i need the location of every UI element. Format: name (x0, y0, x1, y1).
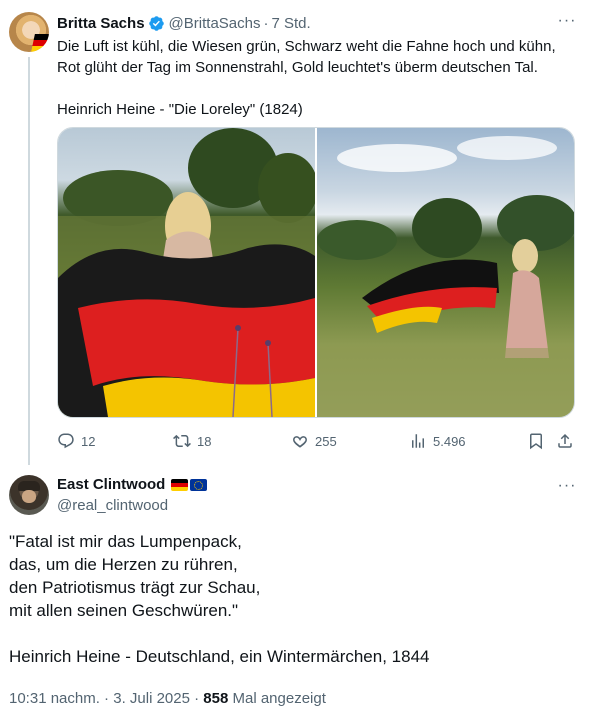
eu-flag-icon (190, 478, 208, 491)
share-button[interactable] (556, 430, 574, 452)
reply-text-line: das, um die Herzen zu rühren, (9, 555, 238, 574)
bookmark-button[interactable] (527, 430, 545, 452)
avatar[interactable] (9, 12, 49, 52)
view-suffix: Mal angezeigt (232, 690, 326, 707)
verified-badge-icon (148, 15, 164, 31)
views-count: 5.496 (433, 433, 466, 449)
photo-2-illustration (317, 136, 574, 417)
photo-woman-flag-back[interactable] (58, 128, 315, 417)
reply-text-line: mit allen seinen Geschwüren." (9, 601, 239, 620)
tweet-media[interactable] (57, 127, 575, 418)
reply-text-line: "Fatal ist mir das Lumpenpack, (9, 532, 242, 551)
tweet-meta: 10:31 nachm. · 3. Juli 2025 · 858 Mal an… (9, 690, 326, 707)
reply-text-line (9, 622, 594, 645)
avatar-face-detail (22, 490, 36, 503)
reply-count: 12 (81, 433, 96, 449)
germany-flag-icon (171, 478, 189, 491)
photo-woman-flag-meadow[interactable] (317, 128, 574, 417)
original-tweet: Britta Sachs @BrittaSachs · 7 Std. ··· D… (0, 0, 603, 465)
like-button[interactable]: 255 (291, 430, 337, 452)
reply-button[interactable]: 12 (57, 430, 95, 452)
bookmark-icon (530, 433, 542, 450)
tweet-text: Die Luft ist kühl, die Wiesen grün, Schw… (57, 36, 592, 120)
like-icon (293, 436, 307, 448)
tweet-time[interactable]: 7 Std. (271, 15, 310, 32)
tweet-text-line: Die Luft ist kühl, die Wiesen grün, Schw… (57, 38, 556, 55)
reply-icon (58, 433, 74, 449)
reply-text-line: Heinrich Heine - Deutschland, ein Winter… (9, 647, 430, 666)
tweet-text-line (57, 78, 592, 99)
share-icon (558, 433, 572, 448)
tweet-text-line: Heinrich Heine - "Die Loreley" (1824) (57, 101, 303, 118)
reply-header: East Clintwood (57, 476, 208, 493)
tweet-header: Britta Sachs @BrittaSachs · 7 Std. (57, 13, 311, 33)
avatar[interactable] (9, 475, 49, 515)
more-icon[interactable]: ··· (557, 476, 577, 496)
reply-text-line: den Patriotismus trägt zur Schau, (9, 578, 261, 597)
author-name[interactable]: Britta Sachs (57, 15, 145, 32)
retweet-icon (173, 434, 191, 448)
view-count: 858 (203, 690, 229, 707)
more-icon[interactable]: ··· (557, 11, 577, 31)
author-name[interactable]: East Clintwood (57, 476, 165, 493)
author-handle[interactable]: @BrittaSachs (169, 15, 261, 32)
reply-text: "Fatal ist mir das Lumpenpack, das, um d… (9, 530, 594, 668)
tweet-actions: 12 18 255 5.496 (57, 430, 577, 452)
like-count: 255 (315, 433, 337, 449)
views-icon (412, 434, 424, 448)
tweet-timestamp[interactable]: 10:31 nachm. · 3. Juli 2025 · (9, 690, 203, 707)
avatar-flag-detail (31, 34, 49, 52)
thread-line (28, 57, 30, 465)
author-handle[interactable]: @real_clintwood (57, 497, 168, 514)
retweet-count: 18 (197, 433, 212, 449)
photo-1-illustration (58, 128, 315, 417)
retweet-button[interactable]: 18 (173, 430, 211, 452)
views-button[interactable]: 5.496 (409, 430, 466, 452)
tweet-text-line: Rot glüht der Tag im Sonnenstrahl, Gold … (57, 59, 538, 76)
separator-dot: · (263, 14, 269, 32)
